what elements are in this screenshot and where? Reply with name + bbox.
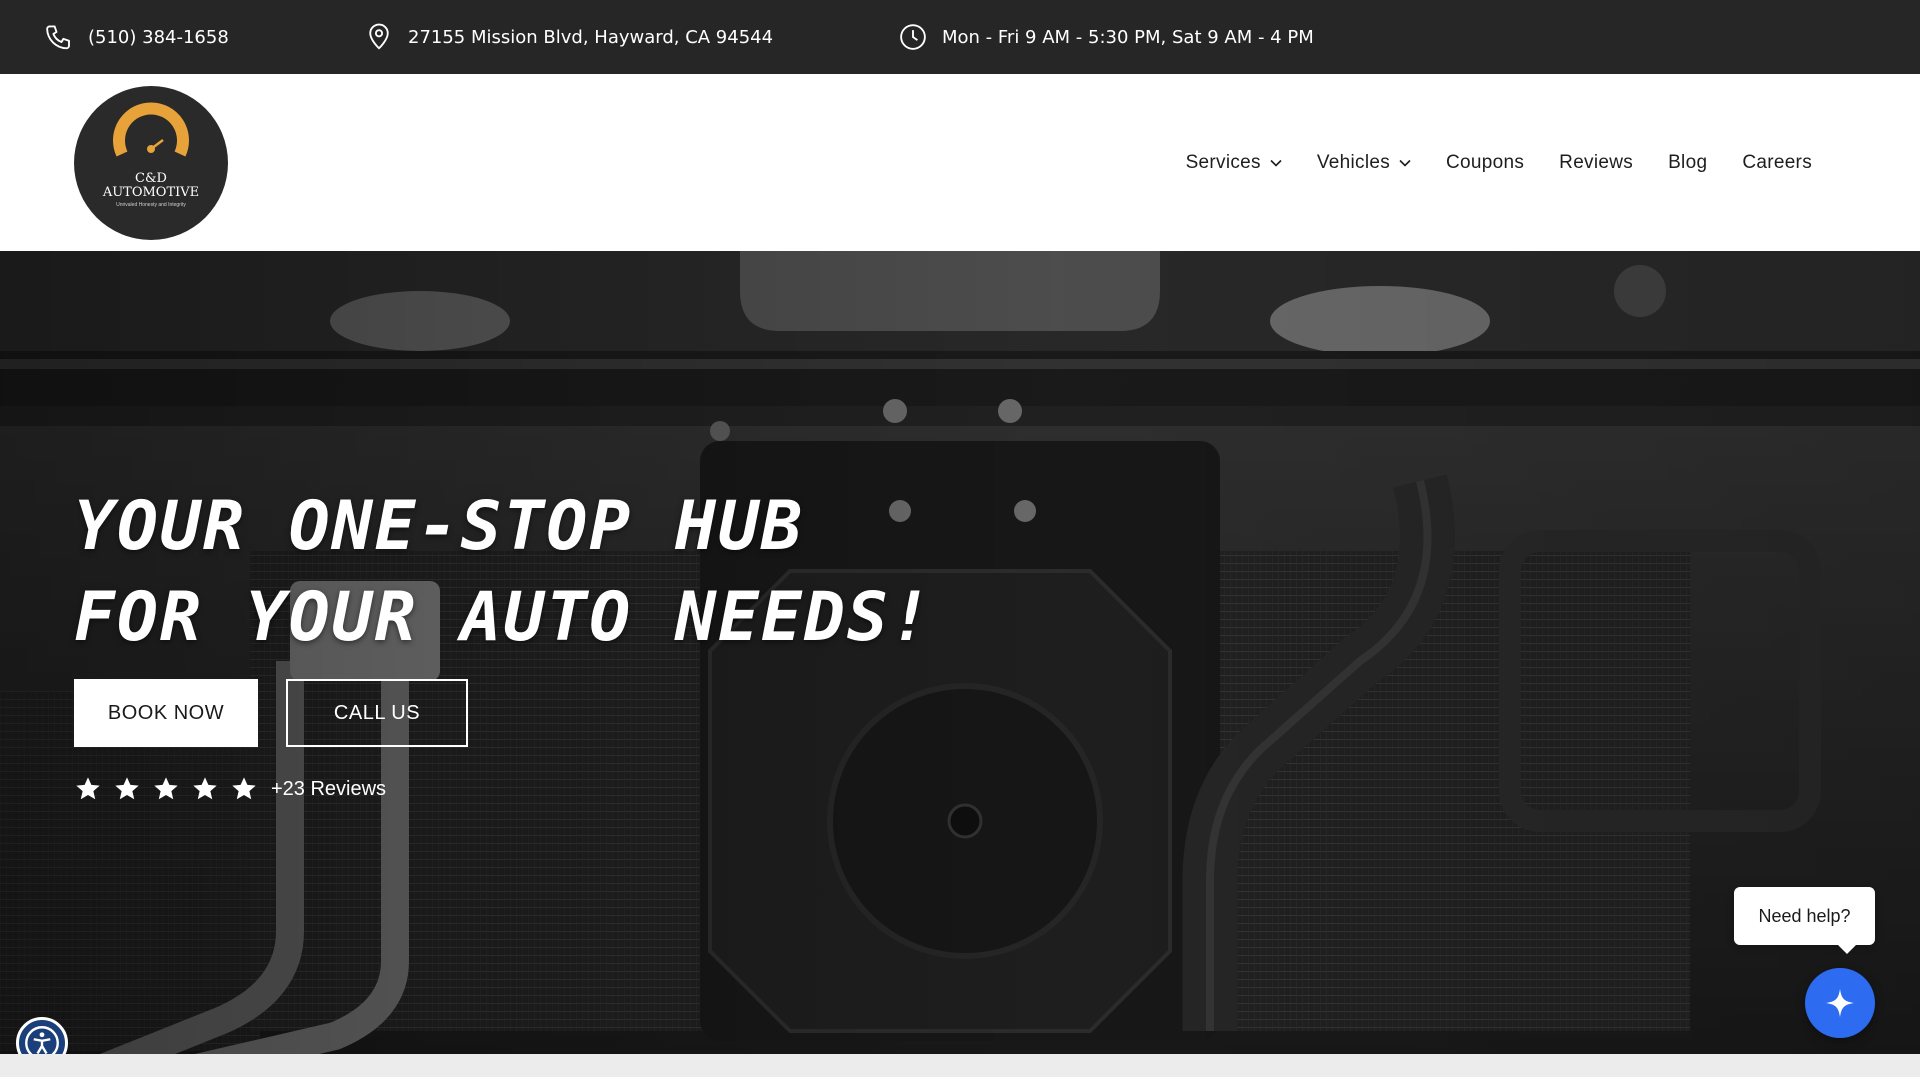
nav-reviews[interactable]: Reviews bbox=[1559, 152, 1633, 174]
nav-label: Services bbox=[1185, 151, 1261, 173]
nav-label: Reviews bbox=[1559, 151, 1634, 173]
nav-label: Careers bbox=[1742, 151, 1812, 173]
headline-line-1: YOUR ONE-STOP HUB bbox=[74, 487, 804, 566]
hours-info: Mon - Fri 9 AM - 5:30 PM, Sat 9 AM - 4 P… bbox=[898, 0, 1314, 74]
chat-launcher-button[interactable] bbox=[1805, 968, 1875, 1038]
top-info-bar: (510) 384-1658 27155 Mission Blvd, Haywa… bbox=[0, 0, 1920, 74]
chevron-down-icon bbox=[1399, 159, 1411, 167]
need-help-text: Need help? bbox=[1758, 905, 1851, 926]
main-nav: Services Vehicles Coupons Reviews Blog C… bbox=[1186, 74, 1812, 251]
bubble-tail bbox=[1837, 944, 1857, 954]
review-rating[interactable]: +23 Reviews bbox=[74, 775, 386, 803]
hours-text: Mon - Fri 9 AM - 5:30 PM, Sat 9 AM - 4 P… bbox=[942, 26, 1314, 48]
logo-line-2: AUTOMOTIVE bbox=[102, 185, 200, 200]
phone-icon bbox=[46, 25, 70, 50]
nav-label: Coupons bbox=[1446, 151, 1525, 173]
phone-number[interactable]: (510) 384-1658 bbox=[88, 27, 229, 48]
chevron-down-icon bbox=[1270, 159, 1282, 167]
need-help-bubble[interactable]: Need help? bbox=[1734, 887, 1875, 954]
nav-careers[interactable]: Careers bbox=[1742, 152, 1812, 174]
clock-icon bbox=[900, 24, 926, 50]
phone-contact[interactable]: (510) 384-1658 bbox=[44, 0, 229, 74]
book-now-button[interactable]: BOOK NOW bbox=[74, 679, 258, 747]
speedometer-icon bbox=[113, 102, 189, 157]
nav-blog[interactable]: Blog bbox=[1668, 152, 1707, 174]
reviews-count[interactable]: +23 Reviews bbox=[271, 778, 386, 801]
logo-tagline: Unrivaled Honesty and Integrity bbox=[116, 202, 186, 208]
star-icon bbox=[76, 777, 100, 800]
star-icon bbox=[154, 777, 178, 800]
nav-label: Vehicles bbox=[1316, 151, 1391, 173]
site-logo[interactable]: C&D AUTOMOTIVE Unrivaled Honesty and Int… bbox=[74, 86, 228, 240]
hero-headline: YOUR ONE-STOP HUB FOR YOUR AUTO NEEDS! bbox=[74, 481, 933, 663]
nav-services[interactable]: Services bbox=[1186, 152, 1282, 174]
hero-section: YOUR ONE-STOP HUB FOR YOUR AUTO NEEDS! B… bbox=[0, 251, 1920, 1054]
page-bottom-strip bbox=[0, 1054, 1920, 1077]
headline-line-2: FOR YOUR AUTO NEEDS! bbox=[74, 578, 933, 657]
logo-line-1: C&D bbox=[135, 171, 167, 186]
call-us-button[interactable]: CALL US bbox=[286, 679, 468, 747]
star-icon bbox=[193, 777, 217, 800]
sparkle-icon bbox=[1825, 988, 1855, 1018]
map-pin-icon bbox=[369, 23, 389, 50]
address-text[interactable]: 27155 Mission Blvd, Hayward, CA 94544 bbox=[408, 27, 773, 48]
address-contact[interactable]: 27155 Mission Blvd, Hayward, CA 94544 bbox=[364, 0, 773, 74]
star-icon bbox=[232, 777, 256, 800]
nav-label: Blog bbox=[1668, 151, 1708, 173]
nav-vehicles[interactable]: Vehicles bbox=[1317, 152, 1411, 174]
star-icon bbox=[115, 777, 139, 800]
nav-coupons[interactable]: Coupons bbox=[1446, 152, 1524, 174]
site-header: C&D AUTOMOTIVE Unrivaled Honesty and Int… bbox=[0, 74, 1920, 251]
